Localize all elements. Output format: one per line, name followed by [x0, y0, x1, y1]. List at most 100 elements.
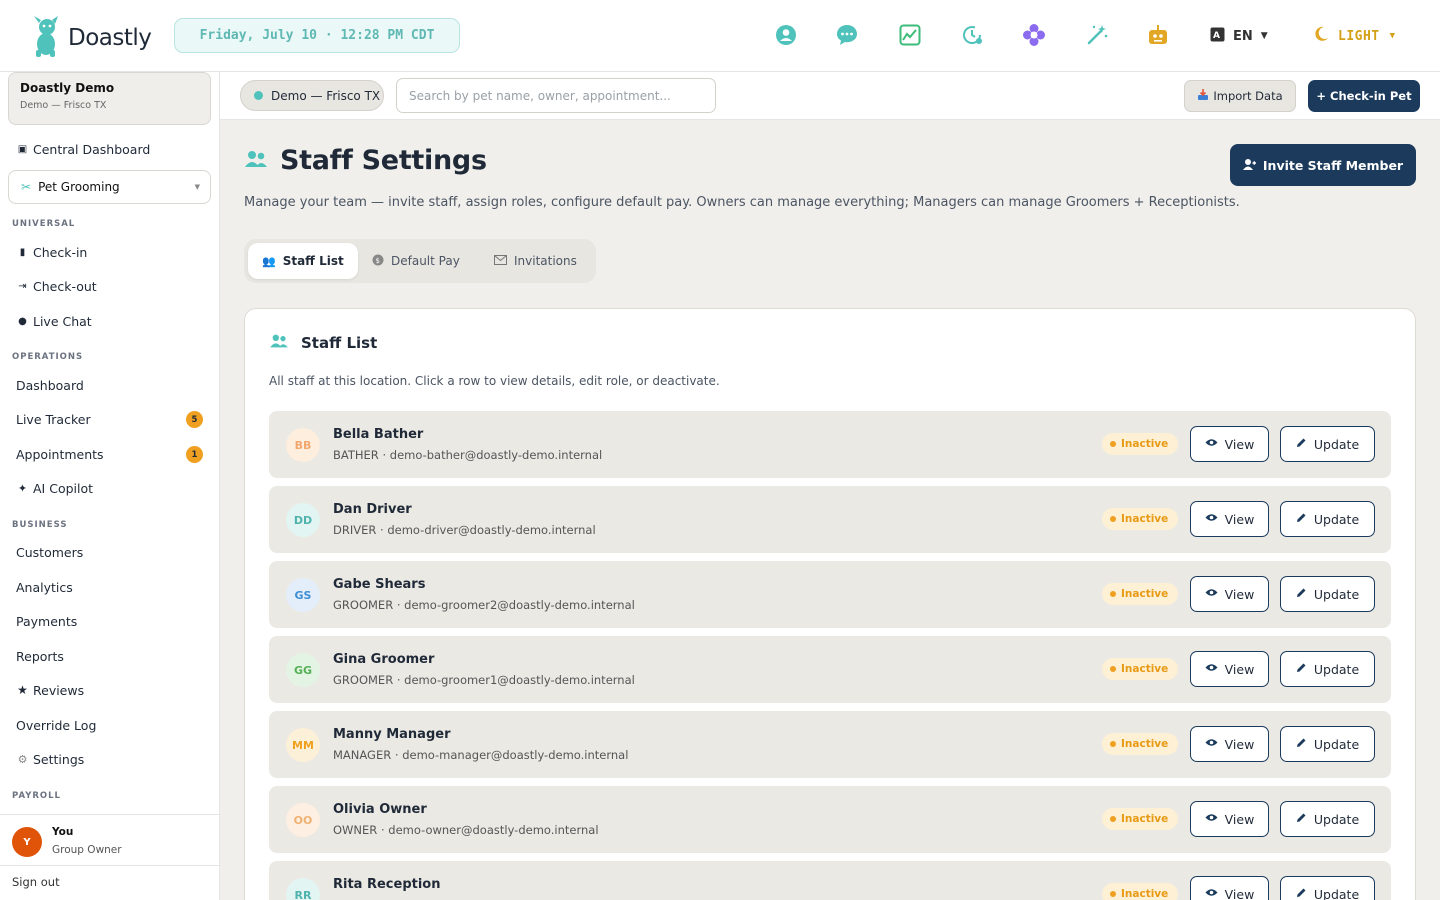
update-label: Update [1313, 886, 1360, 900]
update-button[interactable]: Update [1280, 726, 1375, 762]
pencil-icon [1296, 512, 1307, 526]
table-row[interactable]: GS Gabe Shears GROOMER · demo-groomer2@doa… [269, 561, 1391, 628]
sidebar-item-check-out[interactable]: ⇥ Check-out [16, 276, 96, 296]
card-header: Staff List [269, 333, 377, 353]
view-label: View [1224, 736, 1255, 752]
status-dot [1110, 891, 1116, 897]
status-dot [1110, 666, 1116, 672]
table-row[interactable]: GG Gina Groomer GROOMER · demo-groomer1@do… [269, 636, 1391, 703]
location-selector[interactable]: Demo — Frisco TX [240, 80, 384, 111]
eye-icon [1205, 513, 1218, 525]
update-button[interactable]: Update [1280, 501, 1375, 537]
table-row[interactable]: DD Dan Driver DRIVER · demo-driver@doastly… [269, 486, 1391, 553]
invite-staff-button[interactable]: Invite Staff Member [1230, 144, 1416, 186]
tab-invitations[interactable]: Invitations [480, 243, 591, 279]
sidebar-item-reviews[interactable]: ★ Reviews [16, 680, 84, 700]
staff-name: Bella Bather [333, 427, 424, 442]
view-button[interactable]: View [1190, 726, 1269, 762]
staff-role-email: GROOMER · demo-groomer2@doastly-demo.int… [333, 598, 635, 612]
staff-role: BATHER [333, 448, 379, 462]
sidebar-item-label: Override Log [16, 717, 97, 733]
staff-name: Rita Reception [333, 877, 441, 892]
staff-role: MANAGER [333, 748, 392, 762]
sidebar-item-ai-copilot[interactable]: ✦ AI Copilot [16, 478, 93, 498]
sidebar-item-label: Customers [16, 544, 84, 560]
chat-bubble-icon[interactable] [835, 23, 859, 47]
import-data-button[interactable]: Import Data [1184, 80, 1296, 112]
sidebar-item-live-tracker[interactable]: Live Tracker [16, 409, 91, 429]
table-row[interactable]: MM Manny Manager MANAGER · demo-manager@do… [269, 711, 1391, 778]
language-selector[interactable]: A EN ▼ [1210, 26, 1268, 46]
view-button[interactable]: View [1190, 876, 1269, 900]
svg-text:$: $ [376, 257, 380, 265]
module-selector[interactable]: ✂ Pet Grooming ▼ [8, 170, 211, 204]
sidebar-item-analytics[interactable]: Analytics [16, 577, 73, 597]
user-circle-icon[interactable] [774, 23, 798, 47]
search-input[interactable] [396, 78, 716, 113]
flower-icon[interactable] [1022, 23, 1046, 47]
avatar: GS [286, 578, 320, 612]
sidebar-item-payments[interactable]: Payments [16, 611, 77, 631]
table-row[interactable]: OO Olivia Owner OWNER · demo-owner@doastly… [269, 786, 1391, 853]
chart-image-icon[interactable] [898, 23, 922, 47]
sign-out-link[interactable]: Sign out [12, 875, 60, 889]
chevron-down-icon: ▼ [1389, 31, 1396, 41]
tab-default-pay[interactable]: $ Default Pay [358, 243, 474, 279]
sidebar-item-settings[interactable]: ⚙ Settings [16, 749, 85, 769]
view-button[interactable]: View [1190, 501, 1269, 537]
avatar: RR [286, 878, 320, 900]
staff-name: Gabe Shears [333, 577, 426, 592]
sidebar-item-check-in[interactable]: ▮ Check-in [16, 242, 88, 262]
update-button[interactable]: Update [1280, 876, 1375, 900]
sidebar-item-central-dashboard[interactable]: ▣ Central Dashboard [16, 139, 151, 159]
staff-role-email: BATHER · demo-bather@doastly-demo.intern… [333, 448, 603, 462]
sidebar-item-label: Analytics [16, 579, 73, 595]
view-button[interactable]: View [1190, 651, 1269, 687]
org-name: Doastly Demo [20, 81, 115, 95]
org-switcher[interactable]: Doastly Demo Demo — Frisco TX [8, 72, 211, 125]
robot-icon[interactable] [1146, 23, 1170, 47]
clipboard-icon: ▮ [19, 246, 26, 258]
status-label: Inactive [1121, 888, 1169, 900]
staff-email: demo-groomer2@doastly-demo.internal [404, 598, 635, 612]
view-button[interactable]: View [1190, 576, 1269, 612]
sidebar-item-reports[interactable]: Reports [16, 646, 64, 666]
sidebar-item-appointments[interactable]: Appointments [16, 444, 104, 464]
view-label: View [1224, 661, 1255, 677]
view-button[interactable]: View [1190, 801, 1269, 837]
status-badge: Inactive [1102, 733, 1178, 755]
staff-role: OWNER [333, 823, 378, 837]
status-badge: Inactive [1102, 508, 1178, 530]
invite-staff-label: Invite Staff Member [1262, 157, 1404, 173]
sidebar-item-live-chat[interactable]: ● Live Chat [16, 311, 92, 331]
page-header: Staff Settings [244, 145, 487, 176]
sidebar-item-override-log[interactable]: Override Log [16, 715, 96, 735]
update-button[interactable]: Update [1280, 576, 1375, 612]
theme-selector[interactable]: LIGHT ▼ [1313, 26, 1396, 46]
table-row[interactable]: RR Rita Reception Inactive View Update [269, 861, 1391, 900]
update-button[interactable]: Update [1280, 426, 1375, 462]
top-bar: Doastly Friday, July 10 · 12:28 PM CDT A… [0, 0, 1440, 72]
pencil-icon [1296, 662, 1307, 676]
user-profile-card[interactable]: Y You Group Owner [0, 814, 219, 866]
sidebar-item-dashboard[interactable]: Dashboard [16, 375, 84, 395]
clock-refresh-icon[interactable] [960, 23, 984, 47]
table-row[interactable]: BB Bella Bather BATHER · demo-bather@doast… [269, 411, 1391, 478]
datetime-display: Friday, July 10 · 12:28 PM CDT [174, 18, 460, 53]
view-button[interactable]: View [1190, 426, 1269, 462]
update-button[interactable]: Update [1280, 801, 1375, 837]
view-label: View [1224, 886, 1255, 900]
tab-staff-list[interactable]: 👥 Staff List [248, 243, 358, 279]
eye-icon [1205, 738, 1218, 750]
sidebar-item-customers[interactable]: Customers [16, 542, 83, 562]
check-in-pet-button[interactable]: + Check-in Pet [1308, 80, 1420, 112]
update-label: Update [1313, 436, 1360, 452]
staff-name: Olivia Owner [333, 802, 427, 817]
brand-logo[interactable]: Doastly [30, 14, 152, 62]
status-label: Inactive [1121, 513, 1169, 525]
update-button[interactable]: Update [1280, 651, 1375, 687]
moon-icon [1313, 26, 1329, 46]
magic-wand-icon[interactable] [1085, 23, 1109, 47]
avatar: BB [286, 428, 320, 462]
status-dot [1110, 441, 1116, 447]
